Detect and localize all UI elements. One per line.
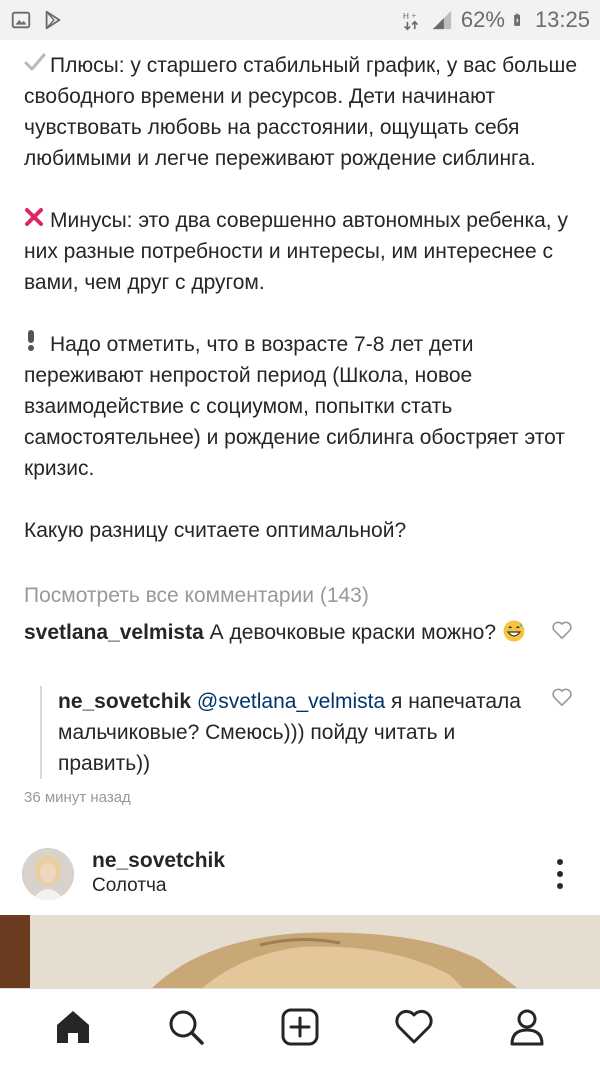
- post-location[interactable]: Солотча: [92, 875, 167, 897]
- caption-paragraph-cons: Минусы: это два совершенно автономных ре…: [24, 205, 584, 298]
- reply-username[interactable]: ne_sovetchik: [58, 690, 191, 713]
- caption-paragraph-note: Надо отметить, что в возрасте 7-8 лет де…: [24, 329, 584, 484]
- reply-mention[interactable]: @svetlana_velmista: [197, 690, 385, 713]
- battery-icon: [514, 13, 520, 26]
- comment-text: А девочковые краски можно?: [209, 621, 497, 644]
- post-header: ne_sovetchik Солотча: [0, 840, 600, 910]
- home-icon: [56, 1011, 89, 1043]
- checkmark-icon: [24, 50, 48, 81]
- comment-reply: ne_sovetchik @svetlana_velmista я напеча…: [40, 686, 540, 779]
- cross-mark-icon: [24, 205, 48, 236]
- avatar[interactable]: [22, 848, 74, 900]
- grinning-sweat-emoji-icon: [502, 619, 526, 652]
- bottom-navigation: [0, 988, 600, 1065]
- battery-percent: 62%: [460, 7, 505, 32]
- play-store-icon: [45, 10, 61, 30]
- post-username[interactable]: ne_sovetchik: [92, 849, 225, 873]
- svg-text:H: H: [403, 11, 409, 21]
- caption-text: Минусы: это два совершенно автономных ре…: [24, 209, 568, 294]
- svg-text:+: +: [411, 11, 416, 19]
- caption-text: Плюсы: у старшего стабильный график, у в…: [24, 54, 578, 170]
- clock: 13:25: [534, 7, 590, 32]
- signal-icon: [432, 10, 452, 30]
- comment: svetlana_velmista А девочковые краски мо…: [24, 617, 544, 652]
- nav-profile[interactable]: [497, 997, 557, 1057]
- view-all-comments-link[interactable]: Посмотреть все комментарии (143): [24, 584, 369, 608]
- caption-text: Какую разницу считаете оптимальной?: [24, 519, 407, 542]
- caption-paragraph-question: Какую разницу считаете оптимальной?: [24, 515, 584, 546]
- nav-search[interactable]: [156, 997, 216, 1057]
- post-photo[interactable]: [0, 915, 600, 990]
- add-post-icon: [281, 1008, 319, 1046]
- more-options-icon[interactable]: [550, 856, 570, 892]
- nav-add-post[interactable]: [270, 997, 330, 1057]
- comment-username[interactable]: svetlana_velmista: [24, 621, 204, 644]
- status-bar: H + 62% 13:25: [0, 0, 600, 40]
- post-timestamp: 36 минут назад: [24, 789, 131, 806]
- like-comment-heart-icon[interactable]: [551, 620, 573, 640]
- nav-activity[interactable]: [384, 997, 444, 1057]
- gallery-icon: [11, 11, 31, 29]
- nav-home[interactable]: [43, 997, 103, 1057]
- caption-text: Надо отметить, что в возрасте 7-8 лет де…: [24, 333, 565, 480]
- profile-icon: [510, 1009, 544, 1046]
- exclamation-icon: [24, 329, 48, 360]
- search-icon: [169, 1010, 205, 1045]
- activity-heart-icon: [395, 1009, 433, 1044]
- caption-paragraph-pros: Плюсы: у старшего стабильный график, у в…: [24, 50, 584, 174]
- data-arrows-icon: H +: [403, 11, 418, 31]
- like-reply-heart-icon[interactable]: [551, 687, 573, 707]
- post-caption: Плюсы: у старшего стабильный график, у в…: [24, 50, 584, 546]
